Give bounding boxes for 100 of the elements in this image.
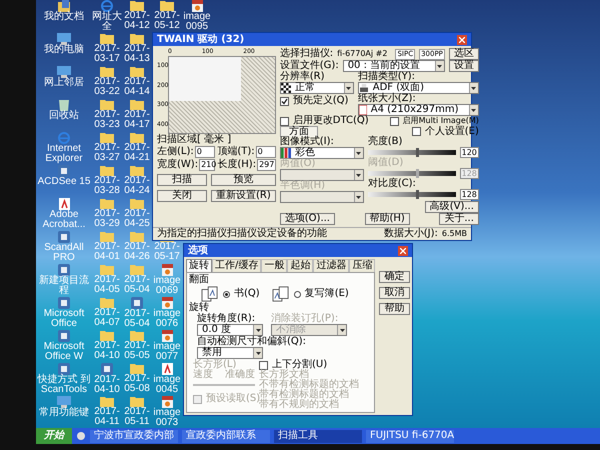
icon-label[interactable]: 2017-04-12 <box>122 11 152 31</box>
folder-icon <box>160 0 174 11</box>
icon-label[interactable]: ACDSee 15 <box>36 177 92 187</box>
documents-icon <box>58 0 70 12</box>
icon-label[interactable]: 2017-03-28 <box>92 176 122 196</box>
taskbar-button[interactable]: 宁波市宣政委内部 <box>90 430 178 442</box>
icon-label[interactable]: 我的电脑 <box>36 45 92 55</box>
button[interactable]: 帮助(H) <box>364 213 410 225</box>
icon-label[interactable]: 网址大全 <box>92 12 122 32</box>
input-field[interactable]: 0 <box>256 146 276 158</box>
icon-label[interactable]: Internet Explorer <box>36 144 92 164</box>
dropdown[interactable]: 00 : 当前的设置 <box>342 60 445 72</box>
tab[interactable]: 方面 <box>280 126 318 137</box>
status-text: 为指定的扫描仪扫描仪设定设备的功能 <box>157 229 328 239</box>
tab[interactable]: 过滤器 <box>313 259 350 272</box>
button[interactable]: 高级(V)... <box>424 201 479 213</box>
close-button[interactable] <box>398 246 408 256</box>
field-label: 扫描类型(Y): <box>358 72 416 82</box>
scanner-name: fi-6770Aj #2 <box>337 49 388 59</box>
radio-button[interactable] <box>223 290 230 298</box>
button[interactable]: 确定 <box>379 271 410 283</box>
dropdown[interactable]: A4 (210x297mm) <box>358 104 479 116</box>
checkbox[interactable] <box>390 116 399 126</box>
icon-label[interactable]: image0045 <box>152 375 182 395</box>
caret-icon <box>346 86 352 90</box>
checkbox[interactable] <box>193 394 202 404</box>
folder-icon <box>130 363 144 374</box>
icon-label[interactable]: 2017-03-22 <box>92 77 122 97</box>
button[interactable]: 选区 <box>448 48 479 60</box>
computer-icon <box>57 33 71 45</box>
icon-label[interactable]: 2017-03-27 <box>92 143 122 163</box>
tab[interactable]: 一般 <box>261 259 288 272</box>
app-icon <box>58 297 70 309</box>
checkbox[interactable] <box>412 127 421 136</box>
button[interactable]: 关闭 <box>157 190 207 202</box>
button[interactable]: 帮助 <box>379 303 410 315</box>
slider-thumb[interactable] <box>416 148 420 157</box>
folder-icon <box>100 297 114 308</box>
icon-label[interactable]: 网上邻居 <box>36 78 92 88</box>
icon-label[interactable]: 2017-04-24 <box>122 176 152 196</box>
icon-label[interactable]: 2017-05-11 <box>122 407 152 427</box>
icon-label[interactable]: 2017-05-12 <box>152 11 182 31</box>
icon-label[interactable]: 快捷方式 到 ScanTools <box>36 375 92 395</box>
icon-label[interactable]: image0095 <box>182 12 212 32</box>
dropdown[interactable] <box>280 169 364 181</box>
icon-label[interactable]: 回收站 <box>36 111 92 121</box>
checkbox[interactable] <box>280 96 289 106</box>
radio-button[interactable] <box>294 290 301 298</box>
tab[interactable]: 旋转 <box>186 259 212 272</box>
dropdown[interactable]: 禁用 <box>197 347 263 359</box>
dropdown[interactable] <box>280 191 364 203</box>
button[interactable]: 重新设置(R) <box>211 190 276 202</box>
icon-label[interactable]: 2017-04-11 <box>92 407 122 427</box>
checkbox[interactable] <box>259 360 268 370</box>
color-bars-icon <box>280 148 291 158</box>
icon-label[interactable]: image0073 <box>152 408 182 428</box>
icon-label[interactable]: 2017-03-17 <box>92 44 122 64</box>
input-field[interactable]: 297 <box>257 159 276 171</box>
button[interactable]: 关于... <box>439 213 479 225</box>
button[interactable]: 预览 <box>211 174 276 186</box>
tab[interactable]: 压缩 <box>349 259 376 272</box>
icon-label[interactable]: Adobe Acrobat... <box>36 210 92 230</box>
taskbar-button[interactable]: FUJITSU fi-6770A <box>366 430 454 442</box>
field-label: 分辨率(R) <box>280 72 326 82</box>
icon-label[interactable]: 2017-04-25 <box>122 209 152 229</box>
input-field[interactable]: 120 <box>460 147 479 158</box>
button[interactable]: 取消 <box>379 287 410 299</box>
taskbar-button[interactable]: 扫描工具 <box>274 430 362 442</box>
tab[interactable]: 工作/缓存 <box>212 259 262 272</box>
dropdown[interactable]: 正常 <box>280 82 354 94</box>
close-button[interactable] <box>457 34 467 44</box>
caret-icon <box>256 352 260 354</box>
slider-label: 准确度 <box>225 370 255 380</box>
field-label: 两值(O) <box>280 159 316 169</box>
document-icon <box>162 363 172 375</box>
dropdown[interactable]: ADF (双面) <box>358 82 479 94</box>
input-field[interactable]: 210 <box>199 159 216 171</box>
icon-label[interactable]: 2017-04-10 <box>92 375 122 395</box>
taskbar-button[interactable]: 宣政委内部联系 <box>182 430 270 442</box>
icon-label[interactable]: 我的文档 <box>36 12 92 22</box>
tab[interactable]: 起始 <box>287 259 314 272</box>
icon-label[interactable]: 2017-05-08 <box>122 374 152 394</box>
dropdown[interactable]: 彩色 <box>280 147 364 159</box>
slider-thumb[interactable] <box>416 190 420 199</box>
input-field[interactable]: 0 <box>194 146 216 158</box>
start-button[interactable]: 开始 <box>36 428 72 444</box>
checkbox[interactable] <box>280 116 289 126</box>
icon-label[interactable]: 2017-04-17 <box>122 110 152 130</box>
icon-label[interactable]: 2017-03-23 <box>92 110 122 130</box>
icon-label[interactable]: 2017-03-29 <box>92 209 122 229</box>
icon-label[interactable]: 2017-04-21 <box>122 143 152 163</box>
button[interactable]: 设置 <box>448 60 479 72</box>
icon-label[interactable]: 2017-04-13 <box>122 44 152 64</box>
profile-label: 设置文件(G): <box>280 61 339 71</box>
icon-label[interactable]: 2017-04-14 <box>122 77 152 97</box>
icon-label[interactable]: 常用功能键 <box>36 408 92 418</box>
button[interactable]: 扫描 <box>157 174 207 186</box>
button[interactable]: 选项(O)... <box>280 213 335 225</box>
input-field[interactable]: 128 <box>460 189 479 200</box>
dropdown[interactable]: 0.0 度 <box>197 324 263 336</box>
